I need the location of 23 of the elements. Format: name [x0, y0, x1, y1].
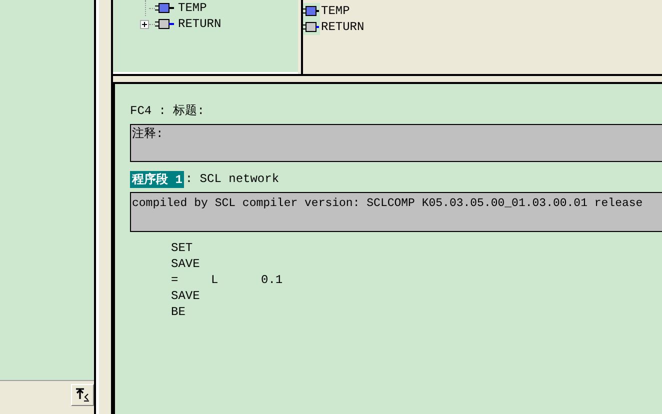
code-instruction: SET	[171, 241, 194, 257]
list-item[interactable]: TEMP	[321, 4, 350, 18]
network-label: 程序段 1	[130, 170, 184, 188]
code-instruction: SAVE	[171, 289, 201, 305]
comment-field[interactable]: 注释:	[130, 124, 662, 162]
code-instruction: BE	[171, 305, 186, 321]
network-title: : SCL network	[185, 172, 280, 186]
dock-icon	[74, 388, 90, 402]
plus-icon	[140, 20, 148, 28]
list-item[interactable]: RETURN	[321, 20, 364, 34]
code-address: 0.1	[261, 273, 283, 289]
dock-button[interactable]	[71, 384, 94, 406]
network-comment-field[interactable]: compiled by SCL compiler version: SCLCOMP K05.03.05.00_01.03.00.01 release	[130, 192, 662, 232]
tree-item[interactable]: TEMP	[178, 1, 207, 15]
code-instruction: =	[171, 273, 180, 289]
code-instruction: SAVE	[171, 257, 201, 273]
variable-icon	[155, 2, 175, 14]
block-title: FC4 : 标题:	[130, 103, 206, 120]
block-icon	[155, 18, 175, 30]
tree-item[interactable]: RETURN	[178, 17, 222, 31]
expand-toggle[interactable]	[140, 20, 148, 28]
splitter-bar[interactable]	[94, 0, 113, 414]
code-operand: L	[211, 273, 220, 289]
